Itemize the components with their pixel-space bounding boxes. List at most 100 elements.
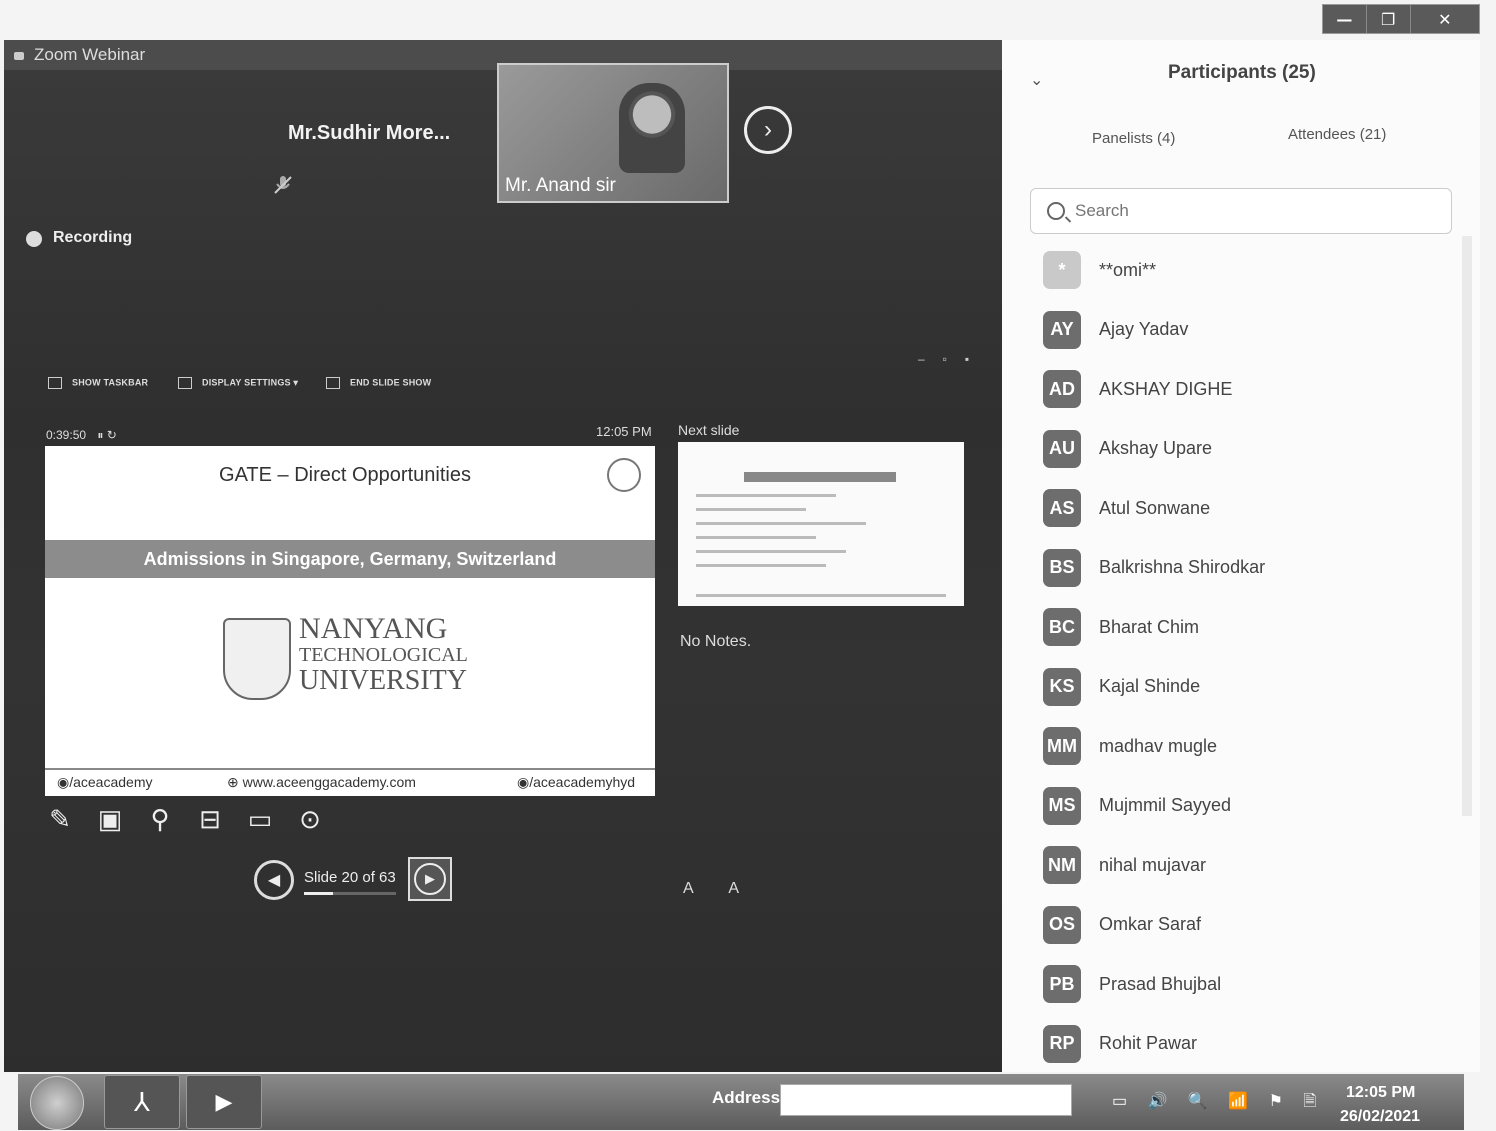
speaker-notes: No Notes. <box>680 633 752 650</box>
participant-name: Bharat Chim <box>1099 616 1200 637</box>
preview-band <box>744 472 896 482</box>
chevron-right-icon: › <box>764 116 772 143</box>
participant-row[interactable]: AY Ajay Yadav <box>1043 310 1188 350</box>
preview-line <box>696 494 836 497</box>
preview-line <box>696 508 806 511</box>
participant-row[interactable]: OS Omkar Saraf <box>1043 905 1201 945</box>
zoom-app-icon <box>14 52 24 60</box>
taskbar-pdf-reader[interactable]: ⅄ <box>104 1075 180 1129</box>
participants-title: Participants (25) <box>1168 62 1316 83</box>
address-label: Address <box>712 1088 781 1107</box>
show-taskbar-label: SHOW TASKBAR <box>72 377 149 388</box>
participant-name: Rohit Pawar <box>1099 1033 1198 1053</box>
footer-facebook: ◉/aceacademy <box>57 774 153 790</box>
avatar: PB <box>1043 965 1081 1003</box>
participant-name: Ajay Yadav <box>1099 319 1189 339</box>
participant-row[interactable]: MS Mujmmil Sayyed <box>1043 786 1231 826</box>
avatar: BS <box>1043 548 1081 587</box>
presenter-clock: 12:05 PM <box>596 424 652 439</box>
participant-name: Kajal Shinde <box>1099 676 1201 696</box>
preview-line <box>696 564 826 567</box>
end-slide-show-button[interactable]: END SLIDE SHOW <box>326 377 431 389</box>
participant-name: **omi** <box>1099 259 1157 280</box>
display-settings-button[interactable]: DISPLAY SETTINGS ▾ <box>178 377 298 389</box>
ntu-crest-logo <box>223 618 291 700</box>
display-settings-label: DISPLAY SETTINGS ▾ <box>202 377 299 388</box>
participant-video-thumbnail[interactable]: Mr. Anand sir <box>497 63 729 203</box>
mic-muted-icon <box>272 174 294 196</box>
participant-row[interactable]: MM madhav mugle <box>1043 726 1217 766</box>
timer-controls[interactable]: ⏸ ↻ <box>97 428 116 442</box>
current-slide: GATE – Direct Opportunities Admissions i… <box>45 446 655 796</box>
chevron-right-icon: ▶ <box>414 863 446 895</box>
participant-name: Akshay Upare <box>1099 438 1213 458</box>
tab-attendees[interactable]: Attendees (21) <box>1288 126 1386 143</box>
tab-panelists[interactable]: Panelists (4) <box>1092 130 1175 147</box>
avatar: MM <box>1043 727 1081 765</box>
avatar: AD <box>1043 370 1081 408</box>
participant-row[interactable]: PB Prasad Bhujbal <box>1043 964 1221 1004</box>
avatar: NM <box>1043 846 1081 884</box>
participants-scrollbar[interactable] <box>1462 236 1472 816</box>
ntu-wordmark: NANYANG TECHNOLOGICAL UNIVERSITY <box>299 612 468 696</box>
avatar: KS <box>1043 667 1081 706</box>
participant-row[interactable]: BC Bharat Chim <box>1043 607 1199 647</box>
zoom-icon[interactable]: ⚲ <box>146 804 174 834</box>
avatar: AY <box>1043 310 1081 349</box>
participant-row[interactable]: BS Balkrishna Shirodkar <box>1043 548 1265 588</box>
previous-slide-button[interactable]: ◀ <box>254 860 294 900</box>
show-taskbar-button[interactable]: SHOW TASKBAR <box>48 377 148 389</box>
recording-label: Recording <box>53 229 133 246</box>
footer-website: ⊕ www.aceenggacademy.com <box>227 774 416 790</box>
pen-icon[interactable]: ✎ <box>46 804 74 834</box>
address-input[interactable] <box>780 1084 1072 1116</box>
system-tray-icons[interactable]: ▭ 🔊 🔍 📶 ⚑ 🗎 <box>1112 1090 1324 1117</box>
presenter-window-controls[interactable]: –▫▪ <box>918 352 987 366</box>
participant-row[interactable]: AU Akshay Upare <box>1043 429 1212 469</box>
pointer-icon[interactable]: ▣ <box>96 804 124 834</box>
next-slide-preview[interactable] <box>678 442 964 606</box>
maximize-button[interactable]: ❐ <box>1367 5 1411 33</box>
more-icon[interactable]: ⊙ <box>296 804 324 834</box>
participant-row[interactable]: NM nihal mujavar <box>1043 845 1206 885</box>
search-input[interactable] <box>1073 200 1437 222</box>
participant-name: Prasad Bhujbal <box>1099 973 1222 994</box>
slide-footer: ◉/aceacademy ⊕ www.aceenggacademy.com ◉/… <box>45 768 655 796</box>
participant-row[interactable]: * **omi** <box>1043 250 1156 290</box>
ntu-line-1: NANYANG <box>299 612 448 645</box>
screen-icon[interactable]: ⊟ <box>196 804 224 834</box>
minimize-button[interactable]: — <box>1323 5 1367 33</box>
active-speaker-name: Mr.Sudhir More... <box>288 122 451 144</box>
timer-value: 0:39:50 <box>46 428 87 442</box>
participant-name: Omkar Saraf <box>1099 914 1202 934</box>
chevron-left-icon: ◀ <box>267 872 281 889</box>
taskbar-zoom[interactable]: ▶ <box>186 1075 262 1129</box>
end-slide-show-label: END SLIDE SHOW <box>350 377 432 388</box>
start-button[interactable] <box>30 1076 84 1130</box>
notes-font-size-buttons[interactable]: A A <box>683 880 755 898</box>
participant-row[interactable]: KS Kajal Shinde <box>1043 667 1200 707</box>
avatar: AS <box>1043 489 1081 527</box>
subtitles-icon[interactable]: ▭ <box>246 804 274 834</box>
next-slide-button[interactable]: ▶ <box>408 857 452 901</box>
ace-seal-logo <box>607 458 641 492</box>
window-controls: — ❐ ✕ <box>1322 4 1480 34</box>
slide-progress-fill <box>304 892 334 895</box>
tray-date: 26/02/2021 <box>1340 1108 1421 1125</box>
window-title: Zoom Webinar <box>34 45 146 64</box>
participant-row[interactable]: AD AKSHAY DIGHE <box>1043 369 1232 409</box>
next-video-page-button[interactable]: › <box>744 106 792 154</box>
participant-row[interactable]: AS Atul Sonwane <box>1043 488 1210 528</box>
participant-row[interactable]: RP Rohit Pawar <box>1043 1024 1197 1064</box>
ntu-line-3: UNIVERSITY <box>299 665 467 696</box>
participant-search[interactable] <box>1030 188 1452 234</box>
slide-title: GATE – Direct Opportunities <box>219 464 471 486</box>
participant-name: AKSHAY DIGHE <box>1099 378 1233 399</box>
participant-name: madhav mugle <box>1099 735 1218 756</box>
slide-counter[interactable]: Slide 20 of 63 <box>304 869 396 886</box>
next-slide-label: Next slide <box>678 422 740 438</box>
chevron-down-icon[interactable]: ⌄ <box>1030 70 1043 90</box>
preview-line <box>696 522 866 525</box>
preview-line <box>696 550 846 553</box>
close-button[interactable]: ✕ <box>1411 5 1479 33</box>
